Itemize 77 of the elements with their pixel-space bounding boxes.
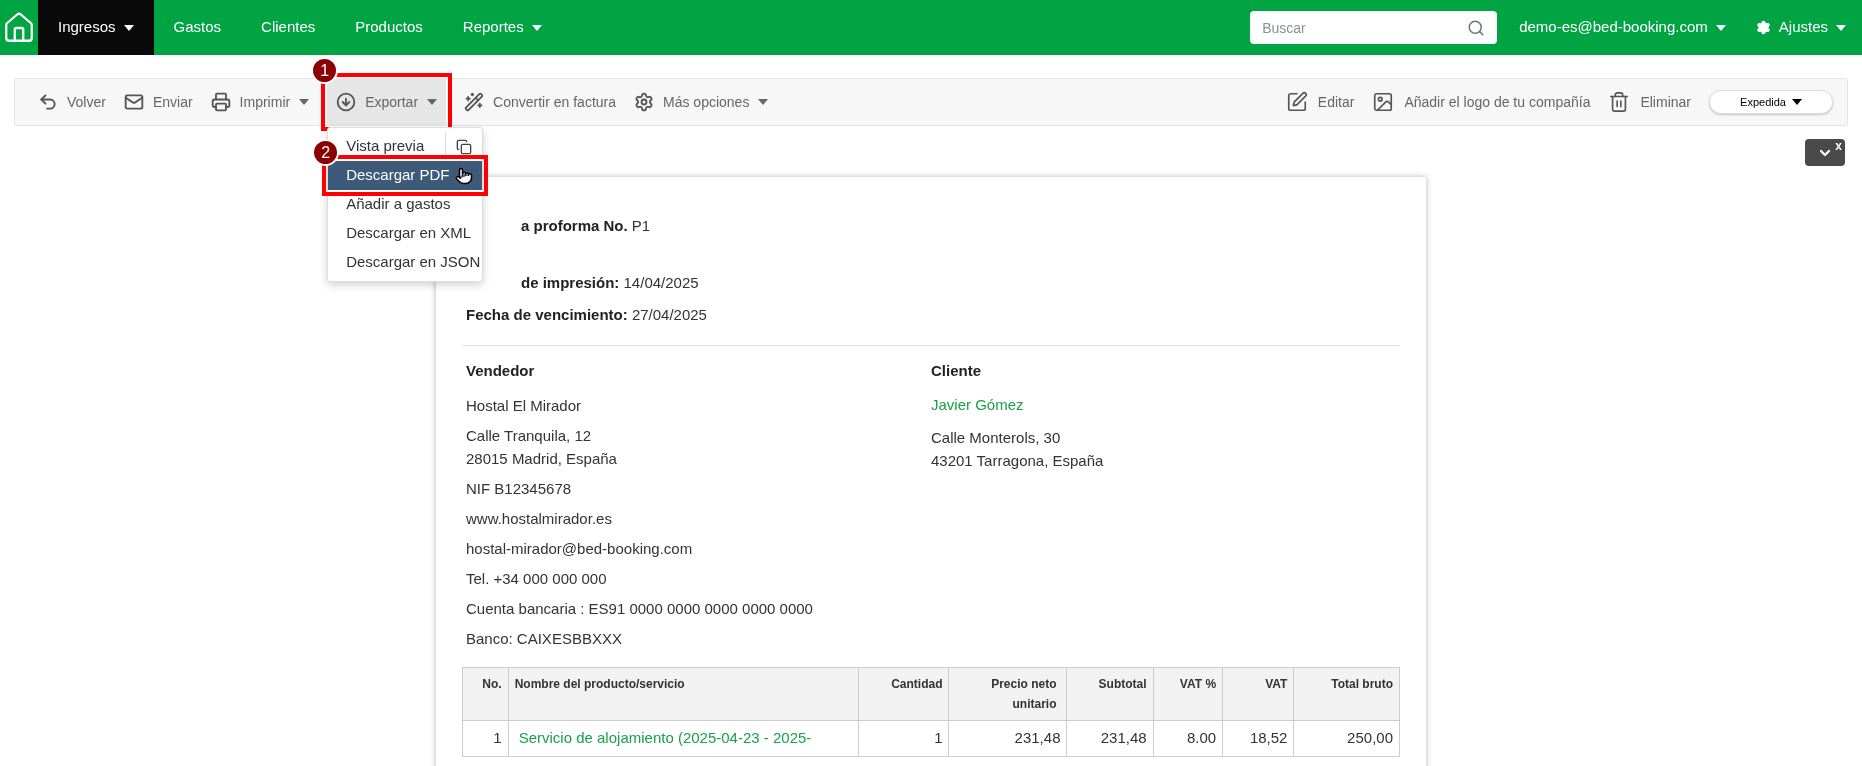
toolbar-button[interactable]: Enviar	[114, 79, 202, 125]
toolbar-button[interactable]: Añadir el logo de tu compañía	[1363, 79, 1600, 125]
search-icon	[1467, 19, 1486, 37]
panel-toggle[interactable]: x	[1805, 139, 1845, 166]
address-line: Tel. +34 000 000 000	[466, 569, 607, 589]
copy-icon[interactable]	[456, 138, 473, 155]
toolbar-button[interactable]: Volver	[29, 79, 115, 125]
caret-icon	[1791, 99, 1802, 105]
toolbar-button[interactable]: Más opciones	[625, 79, 778, 125]
caret-icon	[427, 99, 438, 105]
settings-menu[interactable]: Ajustes	[1755, 16, 1846, 39]
column-header: Subtotal	[1067, 667, 1154, 721]
document-field: Fecha de vencimiento: 27/04/2025	[466, 304, 707, 327]
column-header: VAT %	[1153, 667, 1223, 721]
close-button[interactable]: x	[1835, 137, 1842, 155]
caret-icon	[531, 24, 542, 31]
step-number: 1	[311, 57, 339, 84]
printer-icon	[210, 92, 231, 112]
caret-icon	[1715, 24, 1726, 31]
home-icon[interactable]	[2, 10, 36, 45]
client-name[interactable]: Javier Gómez	[931, 394, 1024, 417]
caret-icon	[299, 99, 310, 105]
reply-icon	[38, 92, 58, 112]
nav-tab[interactable]: Gastos	[153, 0, 242, 55]
table-cell: 8.00	[1153, 720, 1223, 756]
address-line: Cuenta bancaria : ES91 0000 0000 0000 0000 0000	[466, 599, 813, 619]
magic-wand-icon	[464, 92, 485, 112]
address-line: Hostal El Mirador	[466, 396, 582, 416]
menu-item[interactable]: Añadir a gastos	[328, 190, 483, 219]
caret-icon	[758, 99, 769, 105]
nav-tab[interactable]: Reportes	[442, 0, 562, 55]
nav-tab[interactable]: Ingresos	[38, 0, 154, 55]
column-header: Total bruto	[1293, 667, 1400, 721]
table-cell: 250,00	[1293, 720, 1400, 756]
column-header: No.	[462, 667, 509, 721]
toolbar-button[interactable]: Eliminar	[1599, 79, 1700, 125]
party-heading: Cliente	[931, 360, 981, 381]
menu-item[interactable]: Descargar PDF	[328, 161, 483, 190]
toolbar-button[interactable]: Editar	[1276, 79, 1364, 125]
address-line: Banco: CAIXESBBXXX	[466, 629, 622, 649]
trash-icon	[1608, 91, 1631, 113]
address-line: Calle Tranquila, 12	[466, 426, 592, 446]
user-menu[interactable]: demo-es@bed-booking.com	[1519, 16, 1726, 39]
search-field[interactable]: Buscar	[1250, 11, 1498, 44]
settings-icon	[634, 92, 655, 112]
step-number: 2	[312, 139, 340, 166]
address-line: 43201 Tarragona, España	[931, 450, 1104, 471]
address-line: NIF B12345678	[466, 479, 572, 499]
status-dropdown[interactable]: Expedida	[1709, 90, 1833, 114]
column-header: Cantidad	[858, 667, 949, 721]
image-icon	[1372, 91, 1395, 113]
envelope-icon	[123, 92, 144, 112]
column-header: VAT	[1222, 667, 1294, 721]
download-icon	[336, 92, 357, 112]
hand-cursor-icon	[454, 166, 473, 185]
table-cell: 1	[858, 720, 949, 756]
column-header: Nombre del producto/servicio	[508, 667, 859, 721]
table-cell: 231,48	[949, 720, 1067, 756]
table-cell: 1	[462, 720, 509, 756]
settings-icon	[1755, 20, 1771, 35]
column-header: Precio neto unitario	[949, 667, 1067, 721]
menu-item[interactable]: Descargar en XML	[328, 219, 483, 248]
toolbar-button[interactable]: Exportar	[327, 79, 447, 125]
toolbar-button[interactable]: Convertir en factura	[455, 79, 626, 125]
party-heading: Vendedor	[466, 360, 535, 381]
address-line: Calle Monterols, 30	[931, 427, 1061, 448]
nav-tab[interactable]: Clientes	[241, 0, 336, 55]
table-cell: 18,52	[1222, 720, 1294, 756]
address-line: hostal-mirador@bed-booking.com	[466, 539, 693, 559]
edit-icon	[1285, 91, 1308, 113]
address-line: 28015 Madrid, España	[466, 449, 617, 469]
caret-icon	[1836, 24, 1846, 31]
nav-tab[interactable]: Productos	[335, 0, 443, 55]
product-link[interactable]: Servicio de alojamiento (2025-04-23 - 2025-	[508, 720, 859, 756]
table-cell: 231,48	[1067, 720, 1154, 756]
address-line: www.hostalmirador.es	[466, 509, 612, 529]
caret-icon	[123, 24, 134, 31]
